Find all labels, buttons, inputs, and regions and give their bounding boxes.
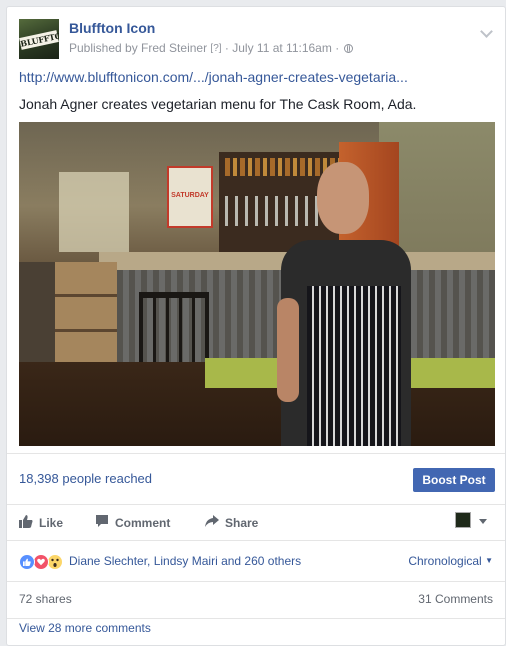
post-caption: Jonah Agner creates vegetarian menu for … xyxy=(19,96,417,112)
like-reaction-icon[interactable] xyxy=(19,554,35,570)
photo-window xyxy=(59,172,129,252)
thumbs-up-icon xyxy=(19,514,33,533)
photo-person-head xyxy=(317,162,369,234)
share-label: Share xyxy=(225,516,259,530)
post-header: BLUFFTON Bluffton Icon Published by Fred… xyxy=(19,19,493,63)
photo-apron xyxy=(307,286,401,446)
post-photo[interactable]: SATURDAY xyxy=(19,122,495,446)
page-name-link[interactable]: Bluffton Icon xyxy=(69,20,155,36)
view-more-comments[interactable]: View 28 more comments xyxy=(19,621,151,635)
comment-icon xyxy=(95,514,109,533)
help-marker[interactable]: [?] xyxy=(210,43,221,54)
photo-arm xyxy=(277,298,299,402)
comments-count[interactable]: 31 Comments xyxy=(418,592,493,606)
comment-order-label: Chronological xyxy=(408,554,482,568)
comment-label: Comment xyxy=(115,516,171,530)
page-avatar[interactable]: BLUFFTON xyxy=(19,19,59,59)
like-button[interactable]: Like xyxy=(19,514,63,532)
meta-separator: · xyxy=(335,41,340,55)
published-by[interactable]: Published by Fred Steiner xyxy=(69,41,207,55)
shares-count[interactable]: 72 shares xyxy=(19,592,72,606)
avatar-logo: BLUFFTON xyxy=(19,28,59,50)
insights-bar: 18,398 people reached Boost Post xyxy=(7,453,505,505)
comment-button[interactable]: Comment xyxy=(95,514,170,532)
boost-post-button[interactable]: Boost Post xyxy=(413,468,495,492)
photo-poster-text: SATURDAY xyxy=(171,192,209,199)
reactions-bar: Diane Slechter, Lindsy Mairi and 260 oth… xyxy=(7,541,505,582)
like-label: Like xyxy=(39,516,64,530)
comment-order-selector[interactable]: Chronological ▼ xyxy=(408,554,493,568)
post-card: BLUFFTON Bluffton Icon Published by Fred… xyxy=(6,6,506,646)
post-meta: Published by Fred Steiner [?] · July 11 … xyxy=(69,41,353,55)
caret-down-icon[interactable] xyxy=(479,519,487,524)
people-reached[interactable]: 18,398 people reached xyxy=(19,471,152,486)
caret-down-icon: ▼ xyxy=(485,556,493,565)
post-as-avatar[interactable] xyxy=(455,512,471,528)
reaction-names[interactable]: Diane Slechter, Lindsy Mairi and 260 oth… xyxy=(69,554,301,568)
wow-reaction-icon[interactable] xyxy=(47,554,63,570)
love-reaction-icon[interactable] xyxy=(33,554,49,570)
stats-bar: 72 shares 31 Comments xyxy=(7,582,505,619)
meta-separator: · xyxy=(224,41,229,55)
share-button[interactable]: Share xyxy=(205,514,258,532)
chevron-down-icon[interactable] xyxy=(480,25,493,38)
share-icon xyxy=(205,514,219,533)
globe-icon[interactable] xyxy=(343,44,353,53)
action-bar: Like Comment Share xyxy=(7,504,505,541)
post-link[interactable]: http://www.blufftonicon.com/.../jonah-ag… xyxy=(19,69,408,85)
post-timestamp[interactable]: July 11 at 11:16am xyxy=(232,41,332,55)
